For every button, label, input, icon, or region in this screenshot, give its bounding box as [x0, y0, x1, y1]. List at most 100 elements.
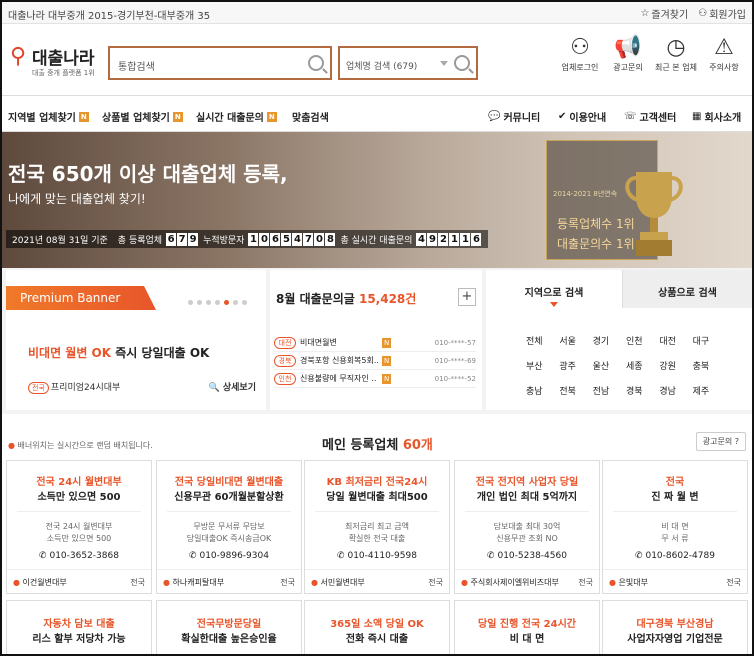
region-link[interactable]: 인천: [626, 334, 659, 347]
nav-region-search[interactable]: 지역별 업체찾기 N: [8, 109, 89, 124]
search-icon[interactable]: [454, 55, 470, 71]
more-button[interactable]: +: [458, 288, 476, 306]
search-input[interactable]: 통합검색: [108, 46, 332, 80]
hero-stats: 2021년 08월 31일 기준 총 등록업체 679 누적방문자 106547…: [6, 230, 489, 248]
carousel-dot: [197, 300, 202, 305]
nav-realtime-inquiry[interactable]: 실시간 대출문의 N: [196, 109, 277, 124]
user-icon: ●: [13, 578, 20, 587]
list-item[interactable]: 인천 신용불량에 무직자인 .. N 010-****-52: [274, 370, 476, 388]
megaphone-icon: 📢: [614, 35, 642, 60]
region-link[interactable]: 경북: [626, 384, 659, 397]
trophy-icon: [625, 172, 683, 256]
region-link[interactable]: 전북: [559, 384, 592, 397]
company-card[interactable]: 전국 전지역 사업자 당일 개인 법인 최대 5억까지 담보대출 최대 30억 신용…: [454, 460, 600, 594]
nav-community[interactable]: 💬 커뮤니티: [488, 109, 540, 124]
nav-guide[interactable]: ✔ 이용안내: [558, 109, 606, 124]
list-item[interactable]: 경북 경북포항 신용회복5회.. N 010-****-69: [274, 352, 476, 370]
recent-companies-button[interactable]: ◷ 최근 본 업체: [652, 34, 700, 73]
random-order-note: ● 배너위치는 실시간으로 랜덤 배치됩니다.: [8, 441, 153, 450]
carousel-dot: [188, 300, 193, 305]
nav-custom-search[interactable]: 맞춤검색: [292, 109, 329, 124]
region-link[interactable]: 서울: [559, 334, 592, 347]
region-link[interactable]: 충북: [693, 359, 726, 372]
company-card[interactable]: 자동차 담보 대출 리스 할부 저당차 가능: [6, 600, 152, 654]
top-bar: 대출나라 대부중개 2015-경기부천-대부중개 35 ☆ 즐겨찾기 ⚇ 회원가입: [2, 2, 752, 24]
tab-region-search[interactable]: 지역으로 검색: [486, 270, 622, 308]
company-card[interactable]: 전국 24시 월변대부 소득만 있으면 500 전국 24시 월변대부 소득만 있으…: [6, 460, 152, 594]
hero-subline: 나에게 맞는 대출업체 찾기!: [8, 192, 146, 206]
region-search-panel: 지역으로 검색 상품으로 검색 전체 서울 경기 인천 대전 대구 부산 광주 …: [486, 270, 752, 410]
user-icon: ●: [163, 578, 170, 587]
logo[interactable]: ⚲ 대출나라 대출 중개 플랫폼 1위: [10, 42, 100, 82]
building-icon: ▦: [692, 111, 702, 122]
nav-support[interactable]: ☏ 고객센터: [624, 109, 676, 124]
hero-headline: 전국 650개 이상 대출업체 등록,: [8, 162, 288, 186]
carousel-dot-active: [224, 300, 229, 305]
region-link[interactable]: 충남: [526, 384, 559, 397]
nav-about[interactable]: ▦ 회사소개: [692, 109, 741, 124]
region-link[interactable]: 경남: [659, 384, 692, 397]
region-link[interactable]: 세종: [626, 359, 659, 372]
hero-banner[interactable]: 전국 650개 이상 대출업체 등록, 나에게 맞는 대출업체 찾기! 2021…: [2, 132, 752, 268]
chat-icon: 💬: [488, 111, 501, 122]
phone-icon: ✆: [337, 551, 345, 561]
digits-companies: 679: [166, 232, 199, 246]
region-link[interactable]: 대전: [659, 334, 692, 347]
main-nav: 지역별 업체찾기 N 상품별 업체찾기 N 실시간 대출문의 N 맞춤검색 💬 커뮤니티…: [2, 98, 752, 132]
inquiry-feed-panel: 8월 대출문의글 15,428건 + 대전 비대면월변 N 010-****-57 경…: [270, 270, 482, 410]
page: 대출나라 대부중개 2015-경기부천-대부중개 35 ☆ 즐겨찾기 ⚇ 회원가입 …: [0, 0, 754, 656]
user-icon: ●: [609, 578, 616, 587]
headset-icon: ☏: [624, 111, 637, 122]
user-icon: ●: [461, 578, 468, 587]
ad-inquiry-button[interactable]: 광고문의 ?: [695, 432, 746, 451]
carousel-dot: [233, 300, 238, 305]
region-link[interactable]: 전남: [593, 384, 626, 397]
region-link[interactable]: 울산: [593, 359, 626, 372]
region-link[interactable]: 광주: [559, 359, 592, 372]
region-link[interactable]: 대구: [693, 334, 726, 347]
search-icon: 🔍: [208, 383, 220, 393]
carousel-dot: [242, 300, 247, 305]
company-card[interactable]: 365일 소액 당일 OK 전화 즉시 대출: [304, 600, 450, 654]
region-link[interactable]: 부산: [526, 359, 559, 372]
signup-link[interactable]: ⚇ 회원가입: [698, 6, 746, 21]
company-login-button[interactable]: ⚇ 업체로그인: [556, 34, 604, 73]
logo-mark-icon: ⚲: [10, 44, 27, 69]
company-card[interactable]: 당일 진행 전국 24시간 비 대 면: [454, 600, 600, 654]
caution-button[interactable]: ⚠ 주의사항: [700, 34, 748, 73]
help-icon: ?: [734, 437, 739, 446]
tab-product-search[interactable]: 상품으로 검색: [622, 270, 752, 308]
phone-icon: ✆: [189, 551, 197, 561]
user-icon: ⚇: [570, 35, 590, 60]
carousel-dot: [206, 300, 211, 305]
company-card[interactable]: 전국 당일비대면 월변대출 신용무관 60개월분할상환 무방문 무서류 무담보 당일…: [156, 460, 302, 594]
digits-visitors: 10654708: [248, 232, 336, 246]
company-card[interactable]: 대구경북 부산경남 사업자자영업 기업전문: [602, 600, 748, 654]
nav-product-search[interactable]: 상품별 업체찾기 N: [102, 109, 183, 124]
check-icon: ✔: [558, 111, 567, 122]
header: ⚲ 대출나라 대출 중개 플랫폼 1위 통합검색 업체명 검색 (679) ⚇ 업…: [2, 24, 752, 96]
region-list: 전체 서울 경기 인천 대전 대구 부산 광주 울산 세종 강원 충북 충남 전…: [526, 334, 726, 397]
ad-inquiry-button[interactable]: 📢 광고문의: [604, 34, 652, 73]
region-link[interactable]: 강원: [659, 359, 692, 372]
inquiry-feed-title: 8월 대출문의글 15,428건: [276, 292, 417, 306]
search-icon[interactable]: [308, 55, 324, 71]
premium-banner-panel: Premium Banner 비대면 월변 OK 즉시 당일대출 OK 전국 프리…: [6, 270, 266, 410]
company-card[interactable]: KB 최저금리 전국24시 당일 월변대출 최대500 최저금리 최고 금액 확실한…: [304, 460, 450, 594]
carousel-dots[interactable]: [188, 300, 247, 305]
list-item[interactable]: 대전 비대면월변 N 010-****-57: [274, 334, 476, 352]
company-card[interactable]: 전국 진 짜 월 변 비 대 면무 서 류 ✆ 010-8602-4789 ● 은…: [602, 460, 748, 594]
detail-link[interactable]: 🔍 상세보기: [209, 380, 256, 393]
company-search-select[interactable]: 업체명 검색 (679): [338, 46, 478, 80]
premium-company: 전국 프리미엄24시대부: [28, 380, 120, 394]
premium-title[interactable]: 비대면 월변 OK 즉시 당일대출 OK: [28, 344, 209, 361]
bookmark-link[interactable]: ☆ 즐겨찾기: [640, 6, 688, 21]
region-link[interactable]: 경기: [593, 334, 626, 347]
warning-icon: ⚠: [714, 35, 734, 60]
chevron-down-icon: [440, 61, 448, 66]
clock-icon: ◷: [666, 35, 686, 60]
region-link[interactable]: 제주: [693, 384, 726, 397]
region-link[interactable]: 전체: [526, 334, 559, 347]
user-icon: ●: [311, 578, 318, 587]
company-card[interactable]: 전국무방문당일 확실한대출 높은승인율: [156, 600, 302, 654]
